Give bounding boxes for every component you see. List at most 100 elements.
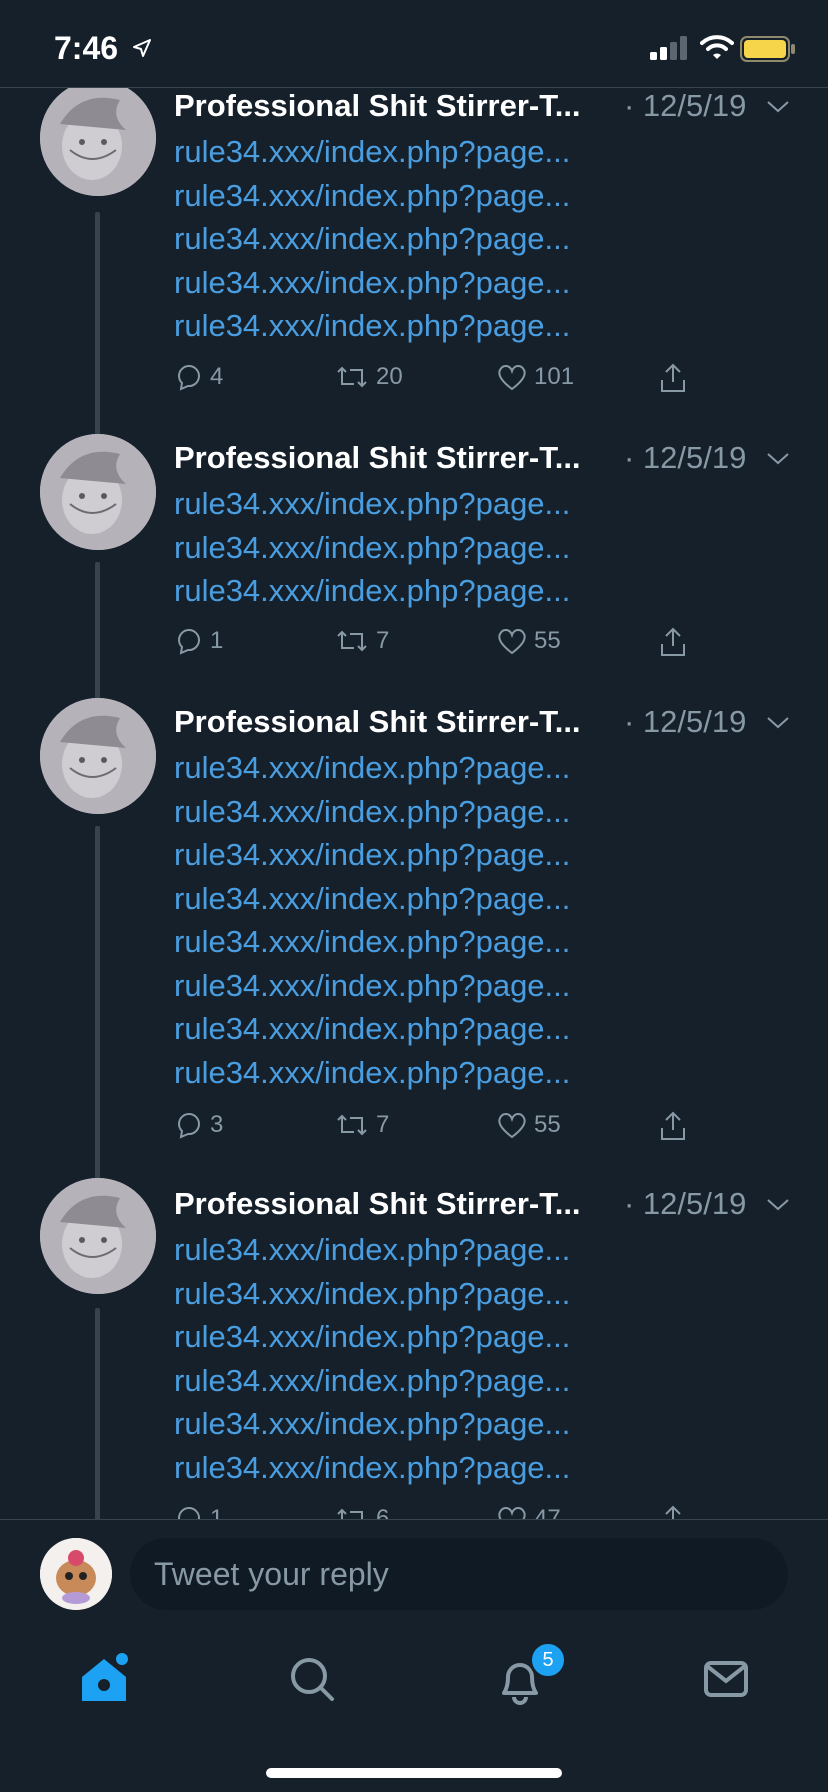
tweet-link[interactable]: rule34.xxx/index.php?page... <box>174 1315 570 1359</box>
retweet-button[interactable]: 7 <box>334 626 389 656</box>
tweet-link[interactable]: rule34.xxx/index.php?page... <box>174 1051 570 1095</box>
reply-button[interactable]: 1 <box>174 1504 223 1520</box>
tweet-link[interactable]: rule34.xxx/index.php?page... <box>174 833 570 877</box>
chevron-down-icon[interactable] <box>766 452 790 466</box>
reply-icon <box>177 1507 200 1520</box>
author-name[interactable]: Professional Shit Stirrer-T... <box>174 1186 581 1221</box>
tweet-header: Professional Shit Stirrer-T... · 12/5/19 <box>174 1186 794 1226</box>
share-button[interactable] <box>658 1504 694 1520</box>
tweet-link[interactable]: rule34.xxx/index.php?page... <box>174 569 570 613</box>
author-name[interactable]: Professional Shit Stirrer-T... <box>174 704 581 739</box>
tweet[interactable]: Professional Shit Stirrer-T... · 12/5/19… <box>0 1178 828 1520</box>
tweet-link[interactable]: rule34.xxx/index.php?page... <box>174 920 570 964</box>
retweet-button[interactable]: 7 <box>334 1110 389 1140</box>
tweet-link[interactable]: rule34.xxx/index.php?page... <box>174 304 570 348</box>
tweet-link[interactable]: rule34.xxx/index.php?page... <box>174 1446 570 1490</box>
tweet-date[interactable]: · 12/5/19 <box>624 88 746 124</box>
tweet-link[interactable]: rule34.xxx/index.php?page... <box>174 746 570 790</box>
retweet-count: 20 <box>376 363 403 390</box>
tweet-date[interactable]: · 12/5/19 <box>624 704 746 740</box>
retweet-icon <box>337 1508 363 1520</box>
avatar[interactable] <box>40 434 156 550</box>
tweet-actions: 4 20 101 <box>174 362 714 402</box>
share-button[interactable] <box>658 1110 694 1142</box>
avatar[interactable] <box>40 1178 156 1294</box>
tweet-date[interactable]: · 12/5/19 <box>624 440 746 476</box>
share-icon <box>665 1505 681 1520</box>
tweet-link[interactable]: rule34.xxx/index.php?page... <box>174 217 570 261</box>
thread-line <box>95 562 100 704</box>
tweet-actions: 1 6 47 <box>174 1504 714 1520</box>
tweet-link[interactable]: rule34.xxx/index.php?page... <box>174 130 570 174</box>
thread-line <box>95 1308 100 1520</box>
share-button[interactable] <box>658 362 694 394</box>
reply-input[interactable] <box>130 1538 788 1610</box>
like-count: 47 <box>534 1505 561 1520</box>
tweet-link[interactable]: rule34.xxx/index.php?page... <box>174 174 570 218</box>
tweet-links: rule34.xxx/index.php?page... rule34.xxx/… <box>174 746 570 1094</box>
tweet-link[interactable]: rule34.xxx/index.php?page... <box>174 790 570 834</box>
tweet-link[interactable]: rule34.xxx/index.php?page... <box>174 526 570 570</box>
user-avatar[interactable] <box>40 1538 112 1610</box>
avatar-drawing-icon <box>40 434 156 550</box>
tweet-link[interactable]: rule34.xxx/index.php?page... <box>174 1402 570 1446</box>
home-icon[interactable] <box>74 1649 134 1709</box>
retweet-count: 6 <box>376 1505 390 1520</box>
tweet-header: Professional Shit Stirrer-T... · 12/5/19 <box>174 440 794 480</box>
status-time: 7:46 <box>54 30 119 66</box>
share-icon <box>661 363 685 392</box>
like-button[interactable]: 55 <box>496 626 561 656</box>
like-button[interactable]: 101 <box>496 362 574 392</box>
retweet-button[interactable]: 6 <box>334 1504 389 1520</box>
reply-icon <box>177 1113 200 1139</box>
reply-composer <box>0 1519 828 1632</box>
retweet-count: 7 <box>376 627 390 654</box>
avatar[interactable] <box>40 88 156 196</box>
tweet-link[interactable]: rule34.xxx/index.php?page... <box>174 1007 570 1051</box>
reply-icon <box>177 365 200 391</box>
reply-count: 3 <box>210 1111 224 1138</box>
tweet-link[interactable]: rule34.xxx/index.php?page... <box>174 1359 570 1403</box>
tweet-date[interactable]: · 12/5/19 <box>624 1186 746 1222</box>
share-icon <box>661 1111 685 1140</box>
tweet-links: rule34.xxx/index.php?page... rule34.xxx/… <box>174 482 570 613</box>
heart-icon <box>498 1507 526 1520</box>
search-icon[interactable] <box>282 1649 342 1709</box>
tweet-header: Professional Shit Stirrer-T... · 12/5/19 <box>174 704 794 744</box>
tweet-link[interactable]: rule34.xxx/index.php?page... <box>174 1272 570 1316</box>
tweet-link[interactable]: rule34.xxx/index.php?page... <box>174 1228 570 1272</box>
tweet-link[interactable]: rule34.xxx/index.php?page... <box>174 964 570 1008</box>
author-name[interactable]: Professional Shit Stirrer-T... <box>174 440 581 475</box>
retweet-button[interactable]: 20 <box>334 362 403 392</box>
avatar[interactable] <box>40 698 156 814</box>
like-button[interactable]: 47 <box>496 1504 561 1520</box>
chevron-down-icon[interactable] <box>766 716 790 730</box>
share-button[interactable] <box>658 626 694 658</box>
tweet-header: Professional Shit Stirrer-T... · 12/5/19 <box>174 88 794 128</box>
cell-signal-icon <box>650 36 687 60</box>
tweet[interactable]: Professional Shit Stirrer-T... · 12/5/19… <box>0 434 828 704</box>
wifi-icon <box>700 35 734 59</box>
tweet-link[interactable]: rule34.xxx/index.php?page... <box>174 261 570 305</box>
author-name[interactable]: Professional Shit Stirrer-T... <box>174 88 581 123</box>
tweet[interactable]: Professional Shit Stirrer-T... · 12/5/19… <box>0 88 828 440</box>
tweet-thread: Professional Shit Stirrer-T... · 12/5/19… <box>0 88 828 1520</box>
avatar-drawing-icon <box>40 88 156 196</box>
like-count: 55 <box>534 627 561 654</box>
tweet-link[interactable]: rule34.xxx/index.php?page... <box>174 877 570 921</box>
reply-count: 4 <box>210 363 224 390</box>
reply-count: 1 <box>210 1505 224 1520</box>
messages-icon[interactable] <box>696 1649 756 1709</box>
avatar-character-icon <box>40 1538 112 1610</box>
tweet-link[interactable]: rule34.xxx/index.php?page... <box>174 482 570 526</box>
tweet[interactable]: Professional Shit Stirrer-T... · 12/5/19… <box>0 698 828 1186</box>
like-button[interactable]: 55 <box>496 1110 561 1140</box>
notification-badge: 5 <box>529 1641 567 1679</box>
like-count: 101 <box>534 363 575 390</box>
chevron-down-icon[interactable] <box>766 1198 790 1212</box>
reply-button[interactable]: 1 <box>174 626 223 656</box>
chevron-down-icon[interactable] <box>766 100 790 114</box>
reply-button[interactable]: 4 <box>174 362 223 392</box>
reply-button[interactable]: 3 <box>174 1110 223 1140</box>
retweet-icon <box>337 1114 367 1136</box>
